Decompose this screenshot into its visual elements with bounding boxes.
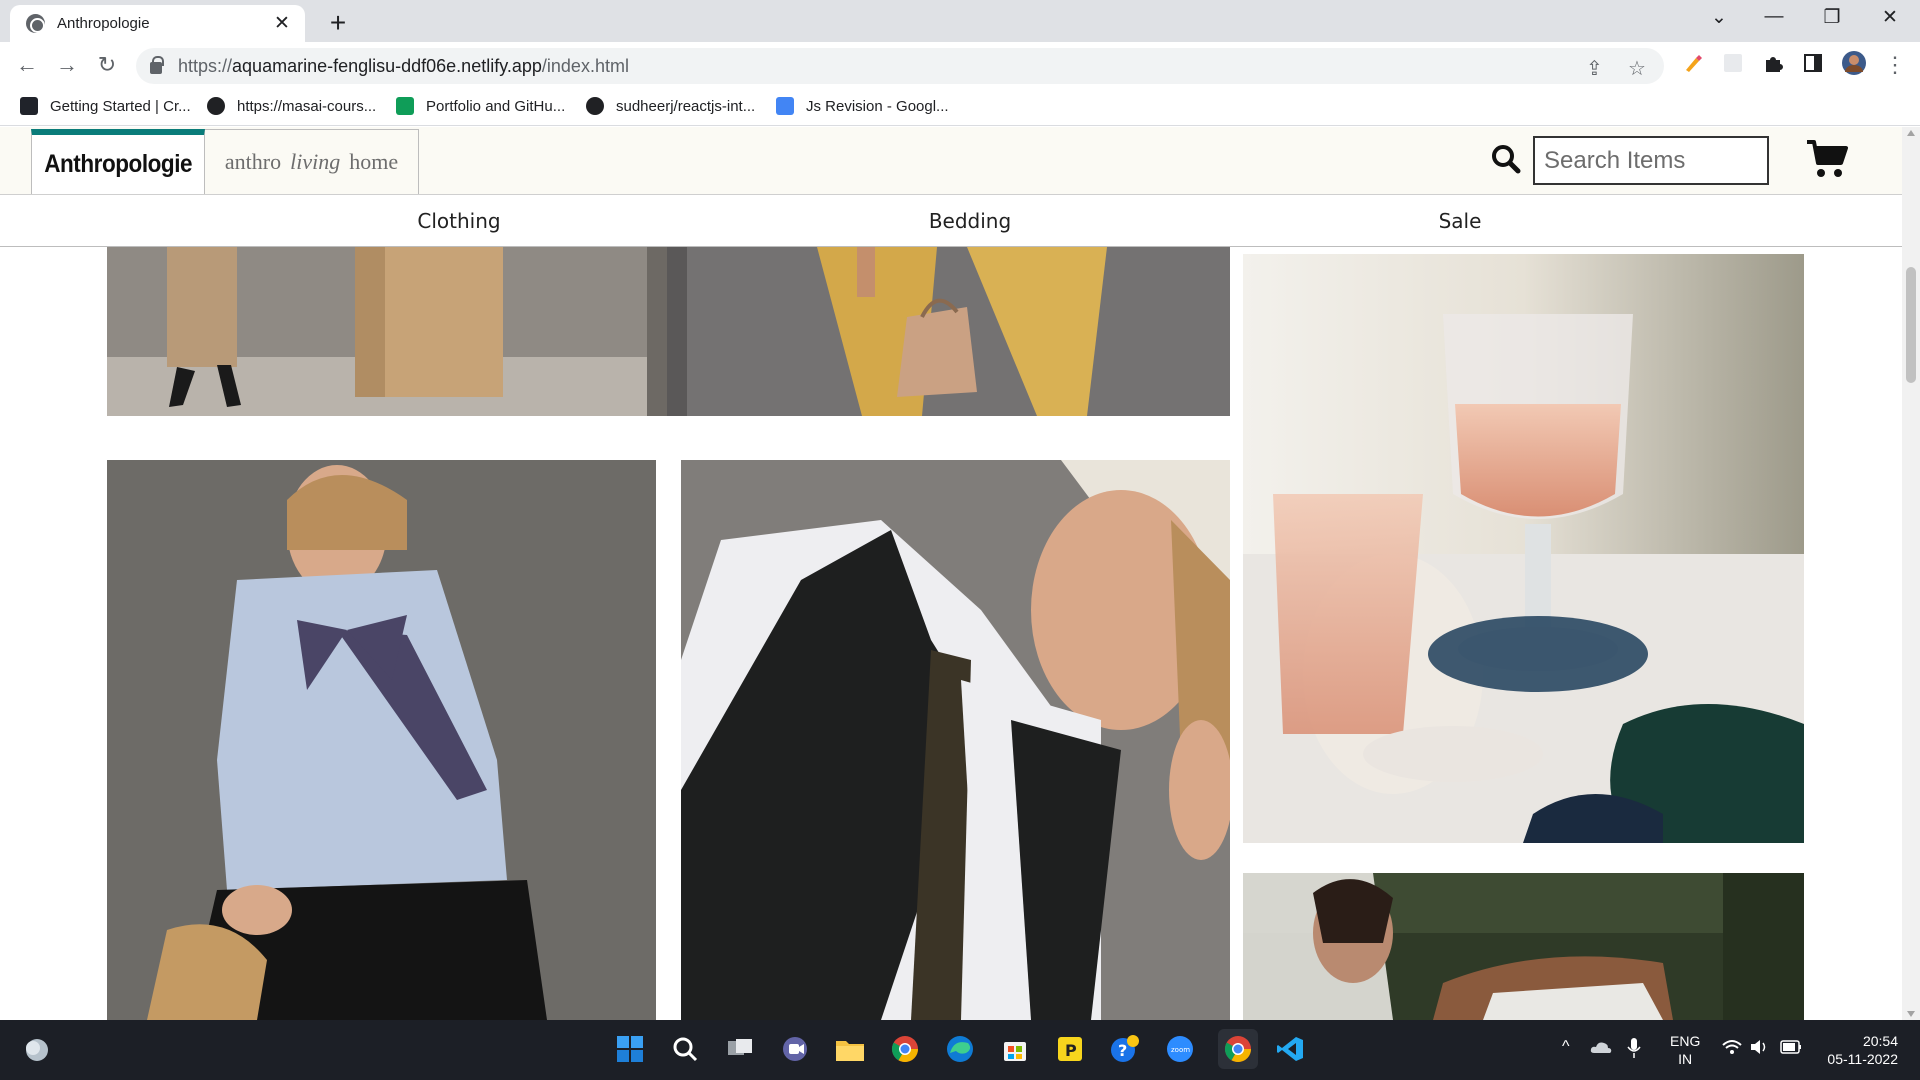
scroll-down-arrow-icon[interactable] [1907, 1011, 1915, 1017]
browser-tab-strip: Anthropologie ✕ + ⌄ — ❐ ✕ [0, 0, 1920, 42]
onedrive-icon[interactable] [1590, 1040, 1612, 1058]
zoom-icon[interactable]: zoom [1163, 1032, 1197, 1066]
photo-bride-veil-garden[interactable] [1243, 873, 1804, 1020]
tab-search-chevron-icon[interactable]: ⌄ [1697, 6, 1741, 29]
photo-rose-wine-glasses-coasters[interactable] [1243, 254, 1804, 843]
photo-model-yellow-check-trousers-handbag[interactable] [667, 247, 1230, 416]
bookmark-label: https://masai-cours... [237, 97, 377, 115]
bookmark-star-icon[interactable]: ☆ [1628, 56, 1646, 81]
chrome-icon[interactable] [888, 1032, 922, 1066]
bookmarks-bar: Getting Started | Cr... https://masai-co… [0, 89, 1920, 126]
reload-button[interactable]: ↻ [92, 52, 122, 78]
bookmark-label: Portfolio and GitHu... [426, 97, 566, 115]
bookmark-label: sudheerj/reactjs-int... [616, 97, 756, 115]
browser-menu-icon[interactable]: ⋮ [1880, 52, 1910, 78]
bookmark-item[interactable]: Portfolio and GitHu... [396, 97, 565, 115]
new-tab-button[interactable]: + [323, 7, 353, 39]
scroll-up-arrow-icon[interactable] [1907, 130, 1915, 136]
photo-model-blue-shirt-bow[interactable] [107, 460, 656, 1020]
minimize-button[interactable]: — [1752, 6, 1796, 28]
back-button[interactable]: ← [12, 52, 42, 78]
nav-clothing[interactable]: Clothing [417, 209, 500, 233]
language-indicator[interactable]: ENG IN [1670, 1032, 1700, 1068]
extension-placeholder-icon[interactable] [1722, 52, 1744, 74]
battery-icon[interactable] [1780, 1040, 1802, 1058]
bookmark-item[interactable]: https://masai-cours... [207, 97, 376, 115]
color-picker-extension-icon[interactable] [1682, 52, 1704, 74]
edge-icon[interactable] [943, 1032, 977, 1066]
category-nav: Clothing Bedding Sale [0, 194, 1902, 247]
extensions-puzzle-icon[interactable] [1762, 52, 1784, 74]
svg-text:?: ? [1118, 1041, 1127, 1060]
bookmark-label: Js Revision - Googl... [806, 97, 949, 115]
start-menu-icon[interactable] [613, 1032, 647, 1066]
nav-bedding[interactable]: Bedding [929, 209, 1011, 233]
url-text: https://aquamarine-fenglisu-ddf06e.netli… [178, 55, 629, 76]
nav-sale[interactable]: Sale [1439, 209, 1482, 233]
home-tab-word: anthro [224, 149, 282, 174]
photo-model-tan-trousers-boxes[interactable] [107, 247, 667, 416]
svg-text:zoom: zoom [1171, 1046, 1190, 1054]
bookmark-item[interactable]: Js Revision - Googl... [776, 97, 949, 115]
brand-logo-tab[interactable]: Anthropologie [31, 129, 205, 194]
bookmark-item[interactable]: sudheerj/reactjs-int... [586, 97, 755, 115]
home-tab-word: home [349, 149, 399, 174]
chrome-active-icon[interactable] [1218, 1029, 1258, 1069]
tab-title: Anthropologie [57, 15, 150, 32]
clock[interactable]: 20:54 05-11-2022 [1820, 1032, 1910, 1068]
sticky-notes-icon[interactable]: P [1053, 1032, 1087, 1066]
wifi-icon[interactable] [1722, 1039, 1742, 1059]
browser-toolbar: ← → ↻ https://aquamarine-fenglisu-ddf06e… [0, 42, 1920, 89]
language-label: ENG [1670, 1033, 1701, 1049]
globe-icon [26, 14, 45, 33]
github-icon [586, 97, 604, 115]
anthro-living-home-tab[interactable]: anthro living home [205, 129, 419, 194]
bookmark-label: Getting Started | Cr... [50, 97, 191, 115]
shopping-cart-icon[interactable] [1805, 137, 1849, 181]
volume-icon[interactable] [1750, 1039, 1770, 1059]
search-icon[interactable] [1490, 143, 1522, 175]
search-input[interactable] [1533, 136, 1769, 185]
clock-date: 05-11-2022 [1827, 1051, 1898, 1067]
show-hidden-icons-chevron-icon[interactable]: ^ [1562, 1038, 1570, 1056]
svg-text:P: P [1065, 1041, 1077, 1060]
windows-taskbar: P ? zoom ^ ENG IN 20:54 05-11-2022 [0, 1020, 1920, 1080]
clock-time: 20:54 [1862, 1033, 1898, 1049]
page-scrollbar[interactable] [1902, 127, 1920, 1020]
teams-chat-icon[interactable] [778, 1032, 812, 1066]
search-icon[interactable] [668, 1032, 702, 1066]
restore-button[interactable]: ❐ [1810, 6, 1854, 29]
photo-model-white-shirt-black-vest[interactable] [681, 460, 1230, 1020]
close-window-button[interactable]: ✕ [1868, 6, 1912, 29]
file-explorer-icon[interactable] [833, 1032, 867, 1066]
vscode-icon[interactable] [1273, 1032, 1307, 1066]
bookmark-item[interactable]: Getting Started | Cr... [20, 97, 191, 115]
side-panel-icon[interactable] [1802, 52, 1824, 74]
globe-icon [207, 97, 225, 115]
task-view-icon[interactable] [723, 1032, 757, 1066]
profile-avatar[interactable] [1842, 51, 1866, 75]
close-tab-icon[interactable]: ✕ [271, 12, 293, 35]
share-icon[interactable]: ⇪ [1586, 56, 1603, 81]
region-label: IN [1678, 1051, 1693, 1067]
microphone-icon[interactable] [1627, 1037, 1641, 1063]
home-tab-word: living [290, 149, 341, 174]
page-viewport: Anthropologie anthro living home Clothin… [0, 127, 1902, 1020]
forward-button[interactable]: → [52, 52, 82, 78]
weather-widget-icon[interactable] [20, 1032, 54, 1066]
sheets-icon [396, 97, 414, 115]
browser-tab[interactable]: Anthropologie ✕ [10, 5, 305, 42]
microsoft-store-icon[interactable] [998, 1032, 1032, 1066]
docs-icon [776, 97, 794, 115]
scrollbar-thumb[interactable] [1906, 267, 1916, 383]
react-icon [20, 97, 38, 115]
get-help-icon[interactable]: ? [1108, 1032, 1142, 1066]
site-header: Anthropologie anthro living home [0, 127, 1902, 194]
brand-logo: Anthropologie [44, 150, 192, 178]
address-bar[interactable]: https://aquamarine-fenglisu-ddf06e.netli… [136, 48, 1664, 84]
lock-icon [150, 56, 164, 74]
